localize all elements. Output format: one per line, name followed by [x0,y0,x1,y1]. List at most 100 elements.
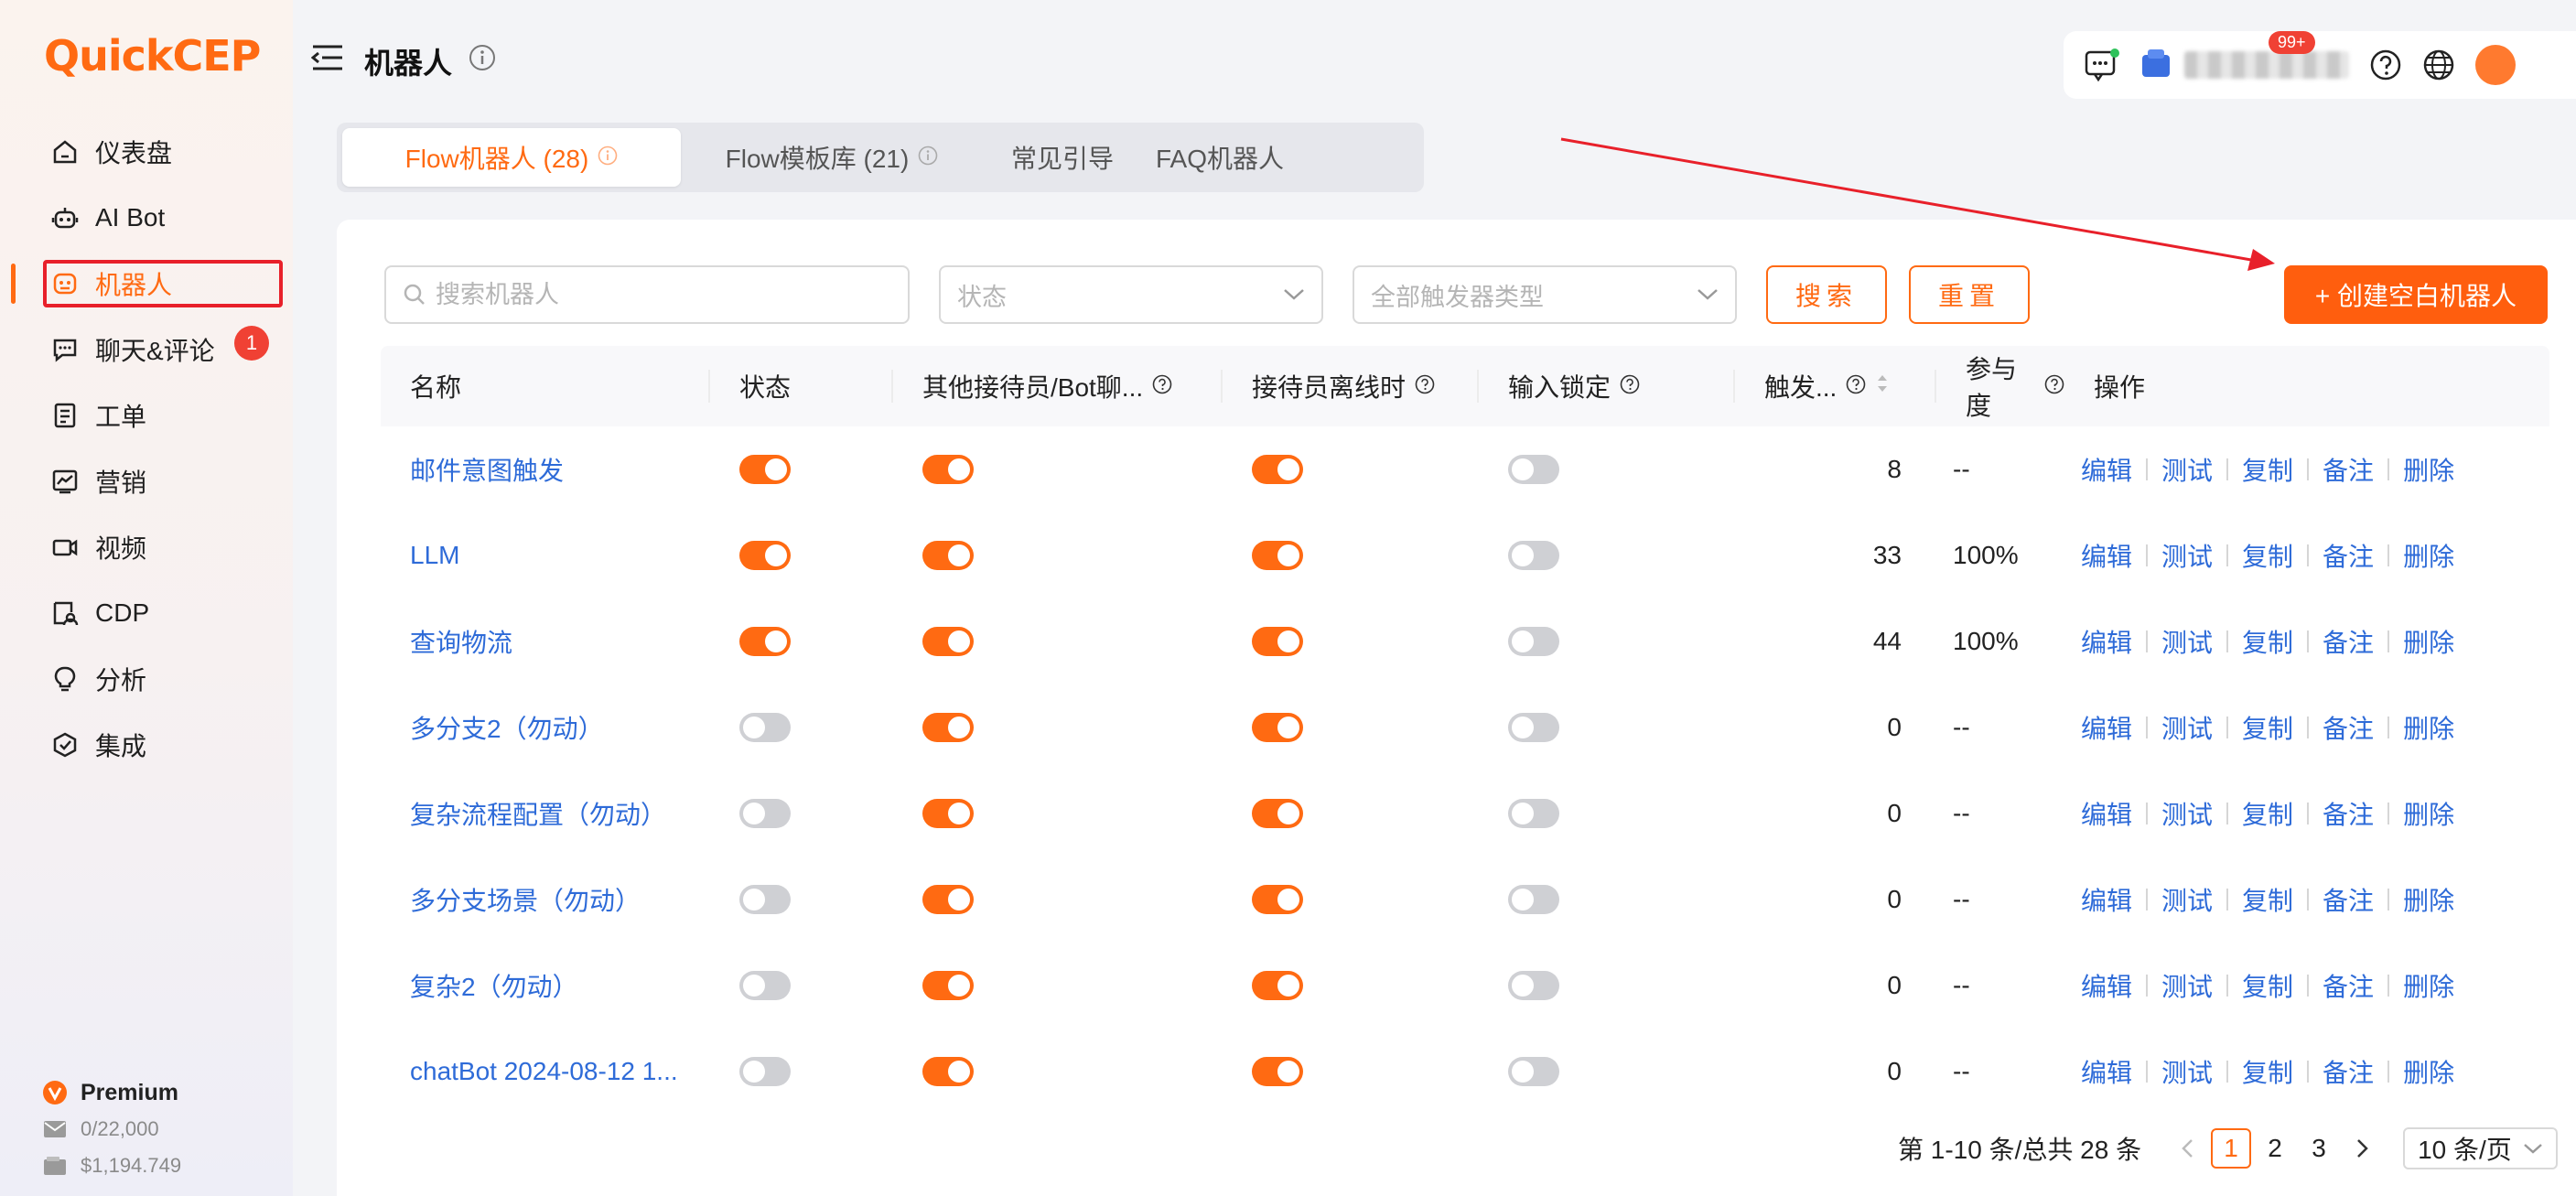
help-icon[interactable] [1846,372,1866,401]
create-blank-bot-button[interactable]: + 创建空白机器人 [2284,265,2548,324]
status-toggle[interactable] [739,885,791,914]
action-1-link[interactable]: 测试 [2161,795,2213,832]
action-4-link[interactable]: 删除 [2403,1053,2454,1090]
input-lock-toggle[interactable] [1508,455,1559,484]
bot-name-link[interactable]: LLM [410,541,459,570]
status-toggle[interactable] [739,1057,791,1086]
input-lock-toggle[interactable] [1508,799,1559,828]
trigger-type-select[interactable]: 全部触发器类型 [1353,265,1737,324]
column-header-5[interactable]: 触发... [1735,346,1936,426]
action-3-link[interactable]: 备注 [2323,623,2374,660]
action-3-link[interactable]: 备注 [2323,1053,2374,1090]
prev-page-icon[interactable] [2167,1128,2207,1169]
page-size-select[interactable]: 10 条/页 [2403,1127,2558,1169]
action-4-link[interactable]: 删除 [2403,709,2454,746]
status-toggle[interactable] [739,627,791,656]
action-1-link[interactable]: 测试 [2161,967,2213,1004]
agent-offline-toggle[interactable] [1252,971,1303,1000]
action-4-link[interactable]: 删除 [2403,623,2454,660]
bot-name-link[interactable]: 复杂流程配置（勿动） [410,795,666,832]
sidebar-item-1[interactable]: AI Bot [0,185,293,251]
status-toggle[interactable] [739,713,791,742]
page-1[interactable]: 1 [2211,1128,2252,1169]
action-3-link[interactable]: 备注 [2323,537,2374,574]
sidebar-item-2[interactable]: 机器人 [0,251,293,317]
status-toggle[interactable] [739,455,791,484]
reset-button[interactable]: 重置 [1909,265,2031,324]
input-lock-toggle[interactable] [1508,1057,1559,1086]
search-input[interactable] [436,280,891,309]
action-3-link[interactable]: 备注 [2323,709,2374,746]
collapse-menu-icon[interactable] [310,44,344,79]
other-agent-toggle[interactable] [922,885,974,914]
next-page-icon[interactable] [2343,1128,2383,1169]
agent-offline-toggle[interactable] [1252,799,1303,828]
input-lock-toggle[interactable] [1508,713,1559,742]
other-agent-toggle[interactable] [922,455,974,484]
bot-name-link[interactable]: 查询物流 [410,623,512,660]
action-0-link[interactable]: 编辑 [2081,967,2132,1004]
action-3-link[interactable]: 备注 [2323,451,2374,488]
other-agent-toggle[interactable] [922,1057,974,1086]
input-lock-toggle[interactable] [1508,627,1559,656]
page-2[interactable]: 2 [2255,1128,2295,1169]
sidebar-item-9[interactable]: 集成 [0,712,293,778]
input-lock-toggle[interactable] [1508,885,1559,914]
other-agent-toggle[interactable] [922,971,974,1000]
bot-name-link[interactable]: 复杂2（勿动） [410,967,578,1004]
action-0-link[interactable]: 编辑 [2081,881,2132,918]
action-0-link[interactable]: 编辑 [2081,451,2132,488]
action-1-link[interactable]: 测试 [2161,451,2213,488]
help-icon[interactable] [2044,372,2064,401]
status-toggle[interactable] [739,971,791,1000]
search-box[interactable] [384,265,910,324]
tab-1[interactable]: Flow模板库 (21) [690,128,974,187]
action-2-link[interactable]: 复制 [2242,451,2293,488]
page-3[interactable]: 3 [2299,1128,2339,1169]
sidebar-item-7[interactable]: CDP [0,580,293,646]
sidebar-item-5[interactable]: 营销 [0,448,293,514]
action-2-link[interactable]: 复制 [2242,967,2293,1004]
sidebar-item-4[interactable]: 工单 [0,383,293,448]
action-4-link[interactable]: 删除 [2403,451,2454,488]
message-icon[interactable] [2084,48,2120,82]
shop-switcher[interactable]: 99+ [2140,30,2349,83]
help-icon[interactable] [1620,372,1640,401]
sidebar-item-0[interactable]: 仪表盘 [0,119,293,185]
search-button[interactable]: 搜索 [1766,265,1888,324]
bot-name-link[interactable]: chatBot 2024-08-12 1... [410,1057,678,1086]
sort-icon[interactable] [1875,372,1890,402]
help-icon[interactable] [1152,372,1172,401]
action-0-link[interactable]: 编辑 [2081,795,2132,832]
agent-offline-toggle[interactable] [1252,885,1303,914]
action-0-link[interactable]: 编辑 [2081,623,2132,660]
status-toggle[interactable] [739,799,791,828]
bot-name-link[interactable]: 多分支场景（勿动） [410,881,641,918]
action-3-link[interactable]: 备注 [2323,881,2374,918]
other-agent-toggle[interactable] [922,799,974,828]
quickcep-logo[interactable]: QuickCEP [44,31,261,81]
action-2-link[interactable]: 复制 [2242,881,2293,918]
action-4-link[interactable]: 删除 [2403,967,2454,1004]
agent-offline-toggle[interactable] [1252,627,1303,656]
tab-3[interactable]: FAQ机器人 [1151,128,1288,187]
tab-2[interactable]: 常见引导 [974,128,1151,187]
input-lock-toggle[interactable] [1508,971,1559,1000]
action-1-link[interactable]: 测试 [2161,881,2213,918]
action-4-link[interactable]: 删除 [2403,881,2454,918]
action-2-link[interactable]: 复制 [2242,795,2293,832]
help-icon[interactable] [2369,48,2402,81]
action-4-link[interactable]: 删除 [2403,795,2454,832]
input-lock-toggle[interactable] [1508,541,1559,570]
action-2-link[interactable]: 复制 [2242,1053,2293,1090]
action-1-link[interactable]: 测试 [2161,709,2213,746]
agent-offline-toggle[interactable] [1252,1057,1303,1086]
help-icon[interactable] [1415,372,1435,401]
sidebar-item-8[interactable]: 分析 [0,646,293,712]
status-select[interactable]: 状态 [939,265,1323,324]
action-2-link[interactable]: 复制 [2242,623,2293,660]
other-agent-toggle[interactable] [922,627,974,656]
bot-name-link[interactable]: 多分支2（勿动） [410,709,604,746]
sidebar-item-6[interactable]: 视频 [0,514,293,580]
action-1-link[interactable]: 测试 [2161,623,2213,660]
